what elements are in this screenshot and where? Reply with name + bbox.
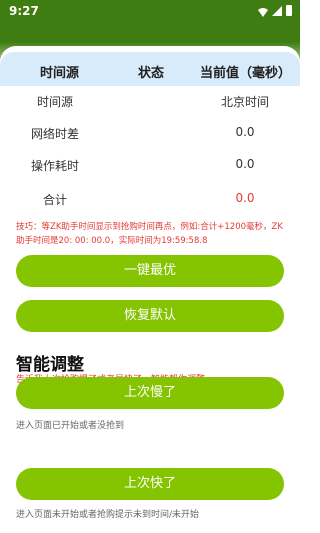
last-slow-button[interactable]: 上次慢了 — [16, 377, 284, 409]
table-row: 合计 0.0 — [0, 191, 300, 211]
row-label: 操作耗时 — [30, 159, 79, 173]
slow-hint: 进入页面已开始或者没抢到 — [16, 421, 125, 431]
tip-text: 技巧：等ZK助手时间显示到抢购时间再点，例如:合计+1200毫秒，ZK助手时间是… — [16, 222, 283, 246]
row-value: 0.0 — [235, 157, 255, 171]
status-icons — [258, 5, 292, 17]
main-card: 时间源 状态 当前值（毫秒） 时间源 北京时间 网络时差 0.0 操作耗时 0.… — [0, 46, 300, 533]
fast-hint: 进入页面未开始或者抢购提示未到时间/未开始 — [16, 510, 200, 520]
row-value: 北京时间 — [220, 95, 269, 109]
header-time-source: 时间源 — [40, 66, 80, 81]
restore-default-button[interactable]: 恢复默认 — [16, 300, 284, 332]
last-fast-button[interactable]: 上次快了 — [16, 468, 284, 500]
total-value: 0.0 — [235, 191, 255, 205]
signal-icon — [272, 5, 282, 16]
header-status: 状态 — [138, 66, 165, 81]
row-label: 时间源 — [36, 95, 73, 109]
row-value: 0.0 — [235, 125, 255, 139]
table-row: 网络时差 0.0 — [0, 125, 300, 145]
row-label: 网络时差 — [30, 127, 79, 141]
status-time: 9:27 — [9, 4, 39, 18]
battery-icon — [286, 5, 292, 16]
header-current-value: 当前值（毫秒） — [200, 66, 292, 81]
wifi-icon — [258, 6, 268, 17]
optimal-button[interactable]: 一键最优 — [16, 255, 284, 287]
table-row: 操作耗时 0.0 — [0, 157, 300, 177]
table-header: 时间源 状态 当前值（毫秒） — [0, 52, 300, 86]
row-label: 合计 — [42, 193, 67, 207]
status-bar: 9:27 — [0, 0, 300, 22]
table-row: 时间源 北京时间 — [0, 93, 300, 113]
